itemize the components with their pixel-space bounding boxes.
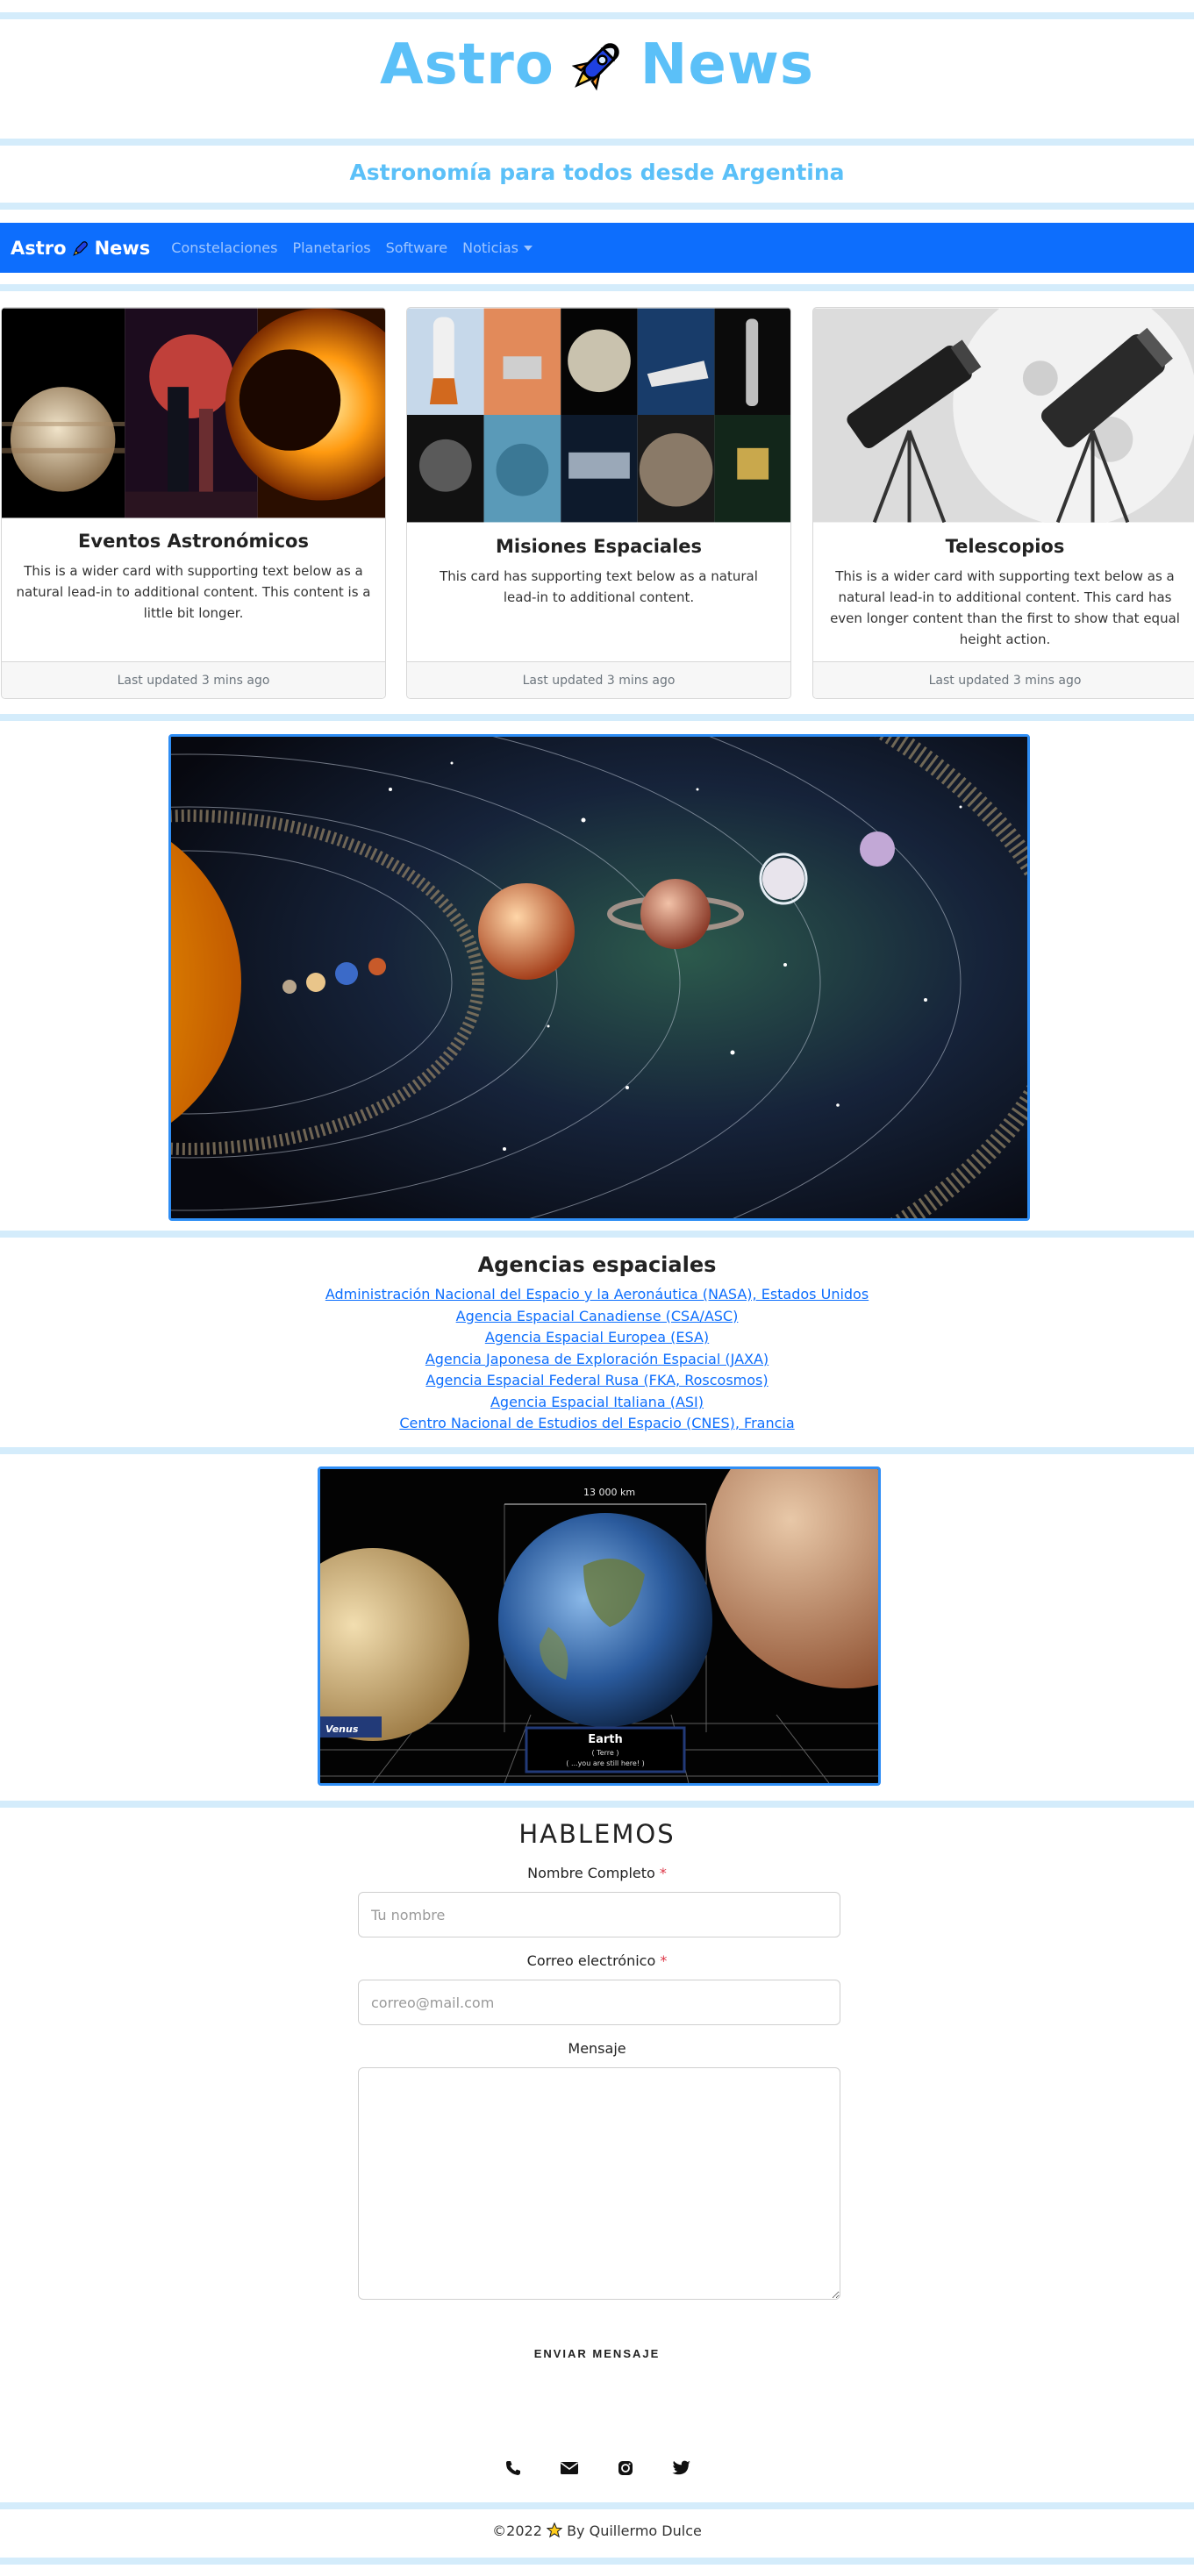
logo-word-right: News <box>640 32 814 97</box>
tagline: Astronomía para todos desde Argentina <box>349 160 845 185</box>
star-icon <box>546 2522 563 2538</box>
separator <box>0 1231 1194 1238</box>
agencies-section: Agencias espaciales Administración Nacio… <box>0 1252 1194 1435</box>
card-footer: Last updated 3 mins ago <box>813 661 1194 698</box>
twitter-icon[interactable] <box>671 2458 692 2479</box>
card-image-misiones <box>407 308 790 523</box>
card-text: This is a wider card with supporting tex… <box>16 563 371 621</box>
card-misiones: Misiones Espaciales This card has suppor… <box>406 307 791 699</box>
rocket-icon <box>571 43 619 91</box>
separator <box>0 139 1194 146</box>
agency-link-cnes[interactable]: Centro Nacional de Estudios del Espacio … <box>0 1413 1194 1435</box>
agency-link-jaxa[interactable]: Agencia Japonesa de Exploración Espacial… <box>0 1349 1194 1371</box>
separator <box>0 1801 1194 1808</box>
navbar: Astro News Constelaciones Planetarios So… <box>0 223 1194 273</box>
email-label-text: Correo electrónico <box>526 1952 656 1969</box>
nav-link-software[interactable]: Software <box>386 239 448 256</box>
card-text: This is a wider card with supporting tex… <box>830 568 1180 647</box>
separator <box>0 203 1194 210</box>
card-telescopios: Telescopios This is a wider card with su… <box>812 307 1194 699</box>
footer-copyright: ©2022 <box>492 2522 542 2539</box>
nav-dropdown-label: Noticias <box>462 239 518 256</box>
card-title: Telescopios <box>945 536 1065 557</box>
solar-system-image <box>168 734 1030 1221</box>
earth-sub-label: ( Terre ) <box>592 1749 619 1757</box>
separator <box>0 2558 1194 2565</box>
agency-link-csa[interactable]: Agencia Espacial Canadiense (CSA/ASC) <box>0 1306 1194 1328</box>
earth-label: Earth <box>588 1733 623 1746</box>
card-text: This card has supporting text below as a… <box>440 568 758 605</box>
site-logo[interactable]: Astro News <box>0 21 1194 109</box>
required-mark: * <box>660 1952 668 1969</box>
agency-link-roscosmos[interactable]: Agencia Espacial Federal Rusa (FKA, Rosc… <box>0 1370 1194 1392</box>
earth-note-label: ( ...you are still here! ) <box>566 1759 644 1767</box>
footer-author: By Quillermo Dulce <box>567 2522 702 2539</box>
card-body: Misiones Espaciales This card has suppor… <box>407 536 790 608</box>
social-links <box>0 2458 1194 2479</box>
navbar-brand[interactable]: Astro News <box>11 238 150 259</box>
agency-link-nasa[interactable]: Administración Nacional del Espacio y la… <box>0 1284 1194 1306</box>
card-title: Misiones Espaciales <box>495 536 703 557</box>
solar-system-illustration <box>171 737 1027 1218</box>
name-label: Nombre Completo * <box>0 1865 1194 1881</box>
agencies-title: Agencias espaciales <box>477 1252 717 1277</box>
planet-comparison-illustration: 13 000 km Venus Earth ( Terre ) ( ...you… <box>320 1469 878 1783</box>
message-label: Mensaje <box>568 2040 626 2057</box>
separator <box>0 284 1194 291</box>
instagram-icon[interactable] <box>615 2458 636 2479</box>
navbar-brand-right: News <box>94 237 151 259</box>
footer: ©2022 By Quillermo Dulce <box>0 2522 1194 2539</box>
card-image-telescopios <box>813 308 1194 523</box>
card-body: Eventos Astronómicos This is a wider car… <box>2 531 385 624</box>
phone-icon[interactable] <box>503 2458 524 2479</box>
message-textarea[interactable] <box>358 2067 840 2300</box>
measure-label: 13 000 km <box>583 1487 635 1498</box>
separator <box>0 2502 1194 2509</box>
nav-link-constelaciones[interactable]: Constelaciones <box>171 239 277 256</box>
separator <box>0 12 1194 19</box>
card-body: Telescopios This is a wider card with su… <box>813 536 1194 650</box>
rocket-icon <box>72 240 88 256</box>
contact-title: HABLEMOS <box>518 1819 676 1849</box>
required-mark: * <box>659 1865 667 1881</box>
agency-link-asi[interactable]: Agencia Espacial Italiana (ASI) <box>0 1392 1194 1414</box>
name-label-text: Nombre Completo <box>527 1865 655 1881</box>
mail-icon[interactable] <box>559 2458 580 2479</box>
email-input[interactable] <box>358 1980 840 2025</box>
navbar-brand-left: Astro <box>11 237 67 259</box>
nav-link-planetarios[interactable]: Planetarios <box>292 239 370 256</box>
planet-comparison-image: 13 000 km Venus Earth ( Terre ) ( ...you… <box>318 1466 881 1786</box>
card-title: Eventos Astronómicos <box>78 531 309 552</box>
logo-word-left: Astro <box>380 32 554 97</box>
separator <box>0 714 1194 721</box>
card-image-eventos <box>2 308 385 518</box>
email-label: Correo electrónico * <box>0 1952 1194 1969</box>
card-eventos: Eventos Astronómicos This is a wider car… <box>1 307 386 699</box>
caret-down-icon <box>523 245 533 251</box>
venus-label: Venus <box>325 1723 359 1735</box>
submit-button[interactable]: ENVIAR MENSAJE <box>0 2347 1194 2360</box>
separator <box>0 1447 1194 1454</box>
nav-dropdown-noticias[interactable]: Noticias <box>462 239 533 256</box>
name-input[interactable] <box>358 1892 840 1937</box>
agency-link-esa[interactable]: Agencia Espacial Europea (ESA) <box>0 1327 1194 1349</box>
card-footer: Last updated 3 mins ago <box>407 661 790 698</box>
card-footer: Last updated 3 mins ago <box>2 661 385 698</box>
